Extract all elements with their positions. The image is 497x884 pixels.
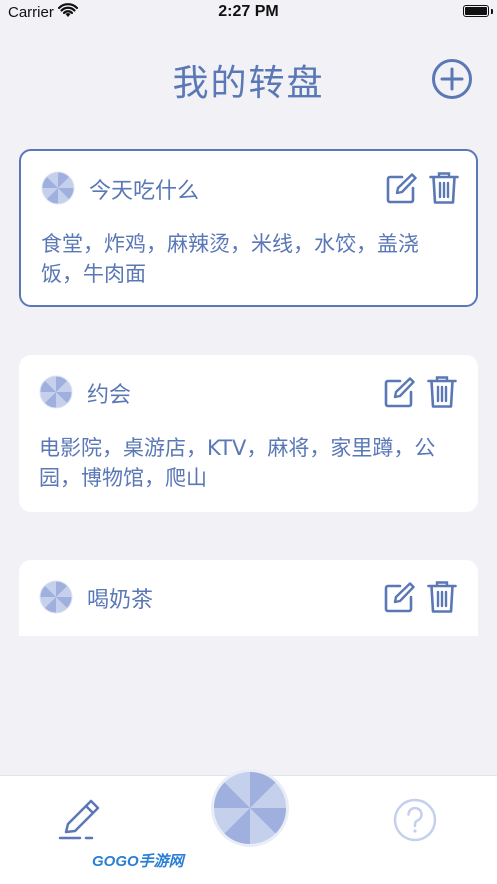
trash-icon[interactable]	[427, 580, 457, 614]
status-bar: Carrier 2:27 PM	[0, 0, 497, 26]
wheel-card-header: 约会	[19, 355, 478, 425]
wheel-options: 食堂，炸鸡，麻辣烫，米线，水饺，盖浇饭，牛肉面	[41, 232, 419, 286]
wheel-card[interactable]: 喝奶茶	[19, 560, 478, 636]
clock: 2:27 PM	[218, 3, 279, 20]
add-wheel-button[interactable]	[431, 58, 473, 100]
wheel-icon	[39, 375, 73, 409]
wheel-card[interactable]: 今天吃什么 食堂，炸鸡，麻辣烫，米线，水饺，盖浇饭，牛肉面	[19, 149, 478, 307]
edit-icon[interactable]	[383, 377, 415, 409]
watermark-logo: GOGO手游网	[92, 853, 184, 870]
wheel-options: 电影院，桌游店，KTV，麻将，家里蹲，公园，博物馆，爬山	[39, 436, 436, 490]
edit-icon[interactable]	[383, 582, 415, 614]
trash-icon[interactable]	[427, 375, 457, 409]
battery-icon	[463, 5, 489, 17]
wheel-card[interactable]: 约会 电影院，桌游店，KTV，麻将，家里蹲，公园，博物馆，爬山	[19, 355, 478, 512]
page-title: 我的转盘	[172, 63, 325, 104]
wheel-title: 喝奶茶	[87, 588, 154, 613]
trash-icon[interactable]	[429, 171, 459, 205]
wheel-title: 今天吃什么	[89, 179, 200, 204]
wheel-title: 约会	[87, 383, 132, 408]
wheel-icon	[39, 580, 73, 614]
help-icon[interactable]	[392, 797, 438, 843]
wheel-icon	[41, 171, 75, 205]
wheel-card-header: 今天吃什么	[21, 151, 476, 221]
edit-icon[interactable]	[385, 173, 417, 205]
battery-tip	[491, 9, 493, 14]
tab-edit-pencil-icon[interactable]	[58, 798, 106, 844]
spin-wheel-button[interactable]	[210, 768, 290, 848]
wheel-card-header: 喝奶茶	[19, 560, 478, 630]
